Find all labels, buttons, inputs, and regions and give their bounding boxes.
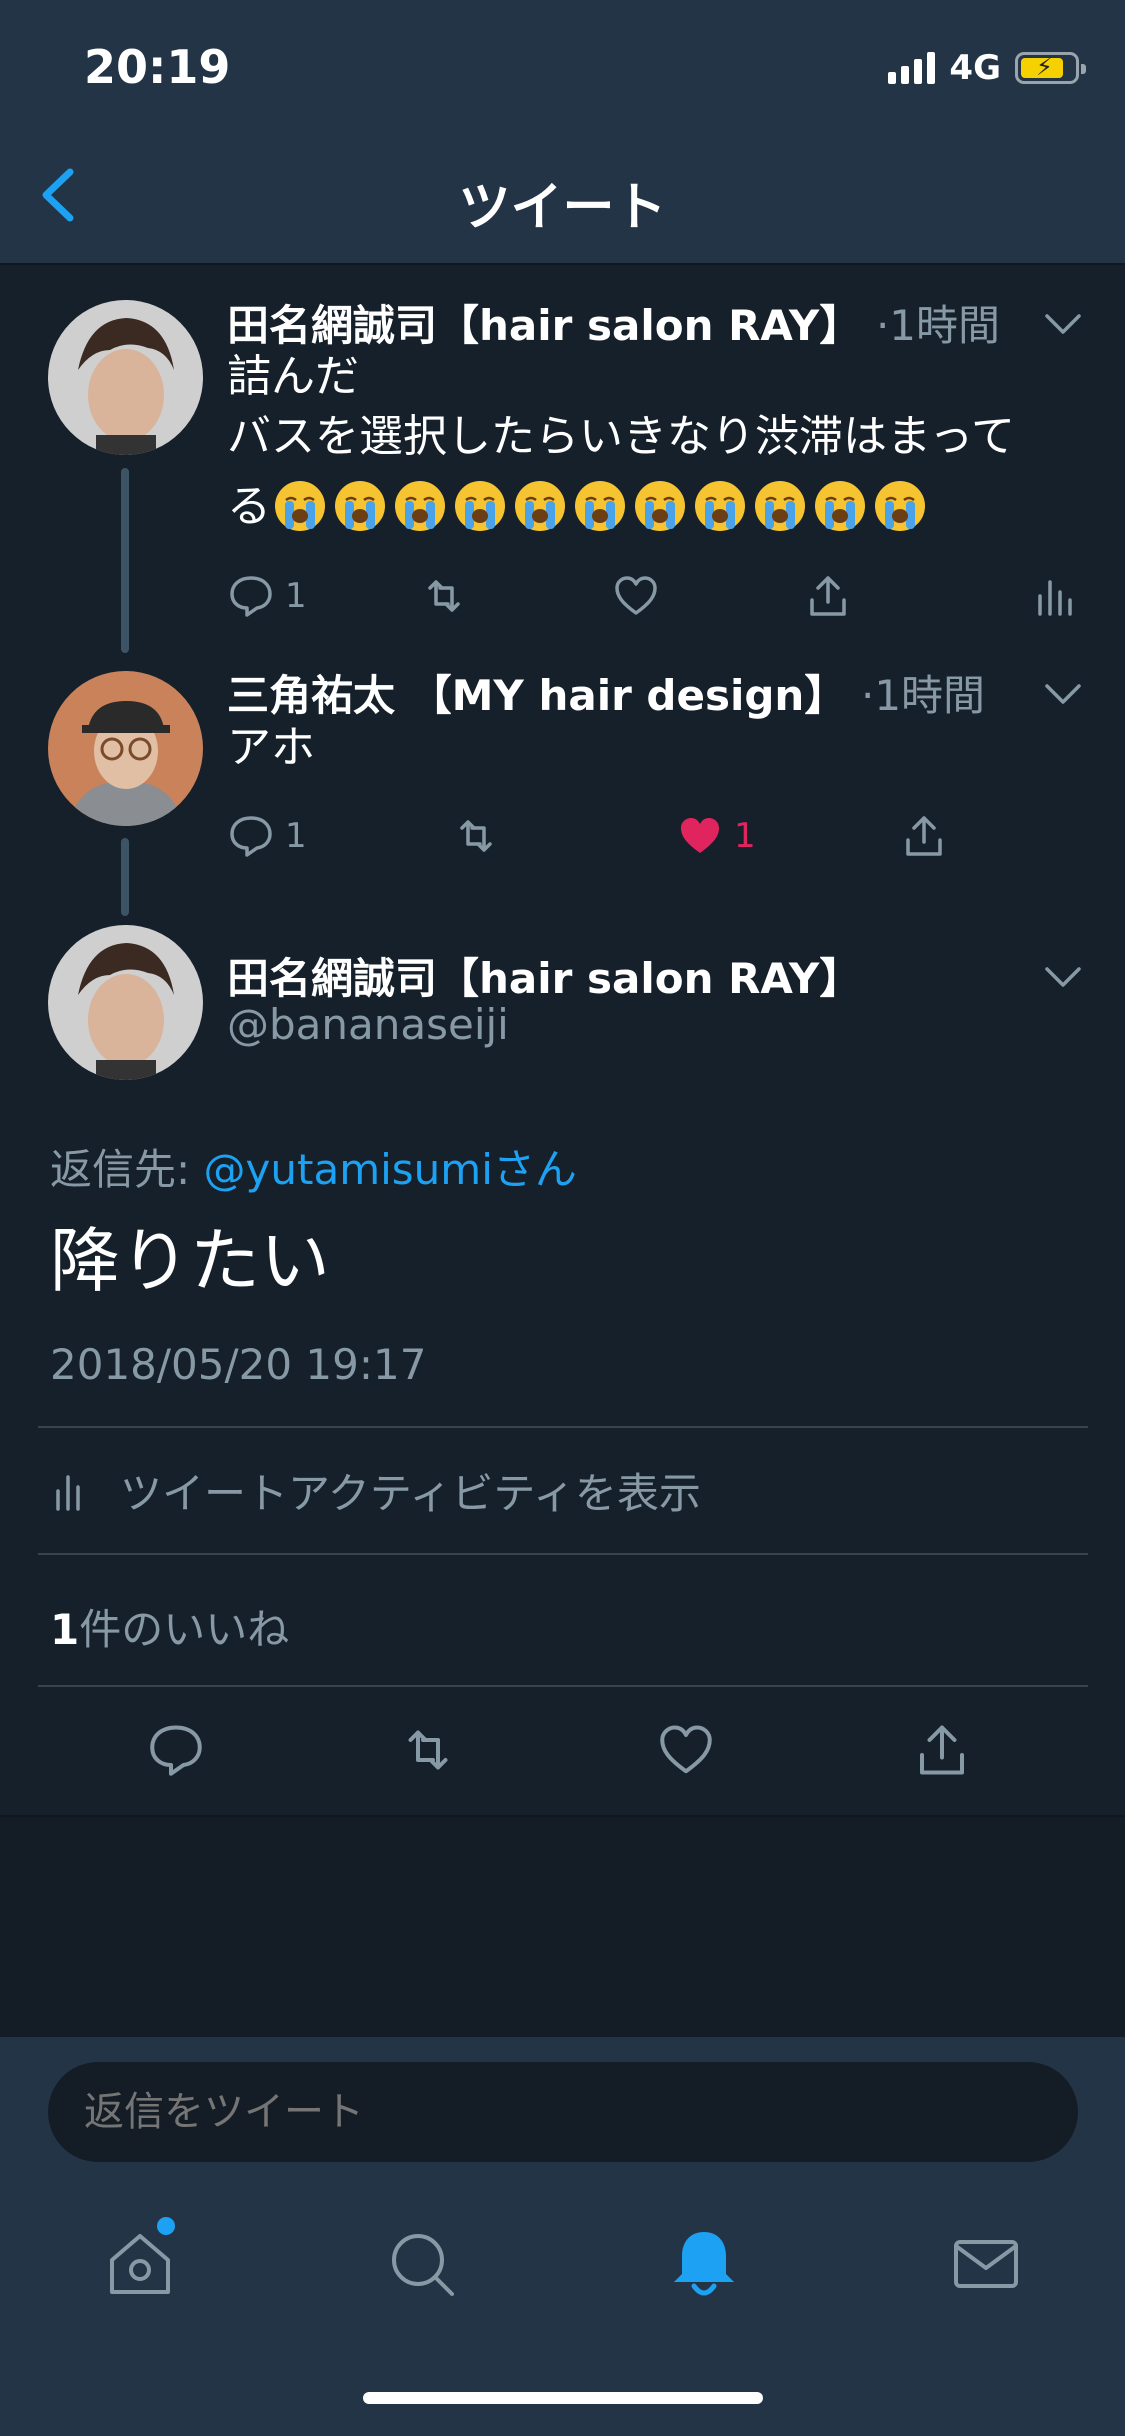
retweet-action[interactable]: [420, 572, 468, 620]
share-action[interactable]: [900, 812, 948, 860]
reply-icon: [230, 576, 272, 617]
tweet-time: ·1時間: [860, 671, 986, 720]
tweet-author[interactable]: 三角祐太 【MY hair design】 ·1時間: [227, 662, 985, 723]
network-label: 4G: [949, 48, 1001, 88]
notification-dot: [157, 2217, 175, 2235]
tweet-text-line: アホ: [227, 722, 315, 773]
loudly-crying-face-icon: [335, 481, 385, 531]
main-author-name[interactable]: 田名網誠司【hair salon RAY】: [227, 945, 861, 1006]
search-icon[interactable]: [382, 2224, 462, 2304]
share-icon[interactable]: [912, 1720, 972, 1780]
reply-count: 1: [285, 816, 307, 856]
likes-count: 1: [50, 1605, 80, 1654]
loudly-crying-face-icon: [275, 481, 325, 531]
avatar[interactable]: [48, 925, 203, 1080]
retweet-icon: [460, 820, 492, 852]
like-action[interactable]: 1: [676, 812, 756, 860]
author-name: 田名網誠司【hair salon RAY】: [227, 301, 862, 350]
tweet-activity-link[interactable]: ツイートアクティビティを表示: [50, 1460, 701, 1521]
tweet-body: 詰んだ バスを選択したらいきなり渋滞はまって: [227, 347, 1015, 467]
reply-to-line: 返信先: @yutamisumiさん: [50, 1136, 577, 1197]
heart-filled-icon: [681, 818, 719, 853]
avatar[interactable]: [48, 671, 203, 826]
reply-input[interactable]: [48, 2062, 1078, 2162]
thread-line: [121, 468, 129, 653]
loudly-crying-face-icon: [815, 481, 865, 531]
home-indicator[interactable]: [363, 2392, 763, 2404]
reply-icon: [230, 816, 272, 857]
loudly-crying-face-icon: [755, 481, 805, 531]
retweet-action[interactable]: [452, 812, 500, 860]
page-title: ツイート: [458, 178, 667, 238]
reply-action[interactable]: 1: [227, 812, 307, 860]
divider: [38, 1685, 1088, 1687]
analytics-action[interactable]: [1030, 572, 1078, 620]
tweet-text-line: 詰んだ: [227, 351, 359, 402]
tweet-author[interactable]: 田名網誠司【hair salon RAY】 ·1時間: [227, 292, 1000, 353]
loudly-crying-face-icon: [695, 481, 745, 531]
avatar[interactable]: [48, 300, 203, 455]
tweet-text-line: る: [227, 481, 271, 532]
reply-count: 1: [285, 576, 307, 616]
analytics-icon: [1038, 580, 1072, 616]
likes-label: 件のいいね: [79, 1605, 290, 1654]
share-icon: [906, 816, 942, 856]
tweet-text-line: バスを選択したらいきなり渋滞はまって: [227, 411, 1016, 462]
status-time: 20:19: [84, 40, 231, 94]
author-name: 三角祐太 【MY hair design】: [227, 671, 847, 720]
tweet-time: ·1時間: [875, 301, 1001, 350]
retweet-icon[interactable]: [398, 1720, 458, 1780]
share-icon: [810, 576, 846, 616]
loudly-crying-face-icon: [635, 481, 685, 531]
heart-icon: [615, 576, 657, 615]
reply-action[interactable]: 1: [227, 572, 307, 620]
reply-to-user-link[interactable]: @yutamisumiさん: [204, 1145, 577, 1194]
loudly-crying-face-icon: [395, 481, 445, 531]
main-author-handle[interactable]: @bananaseiji: [227, 1000, 509, 1049]
emoji-row: [272, 478, 928, 534]
tweet-activity-label: ツイートアクティビティを表示: [120, 1469, 701, 1518]
signal-icon: [888, 52, 936, 84]
battery-icon: ⚡: [1015, 52, 1086, 84]
home-icon[interactable]: [100, 2224, 180, 2304]
loudly-crying-face-icon: [455, 481, 505, 531]
share-action[interactable]: [804, 572, 852, 620]
reply-to-label: 返信先:: [50, 1145, 204, 1194]
loudly-crying-face-icon: [575, 481, 625, 531]
chevron-down-icon[interactable]: [1044, 312, 1082, 336]
like-action[interactable]: [612, 572, 660, 620]
messages-icon[interactable]: [946, 2224, 1026, 2304]
thread-line: [121, 838, 129, 916]
retweet-icon: [428, 580, 460, 612]
notifications-icon[interactable]: [664, 2224, 744, 2304]
top-bar: 20:19 4G ⚡ ツイート: [0, 0, 1125, 265]
likes-summary[interactable]: 1件のいいね: [50, 1596, 289, 1657]
analytics-icon: [56, 1474, 80, 1511]
status-indicators: 4G ⚡: [888, 48, 1086, 88]
divider: [38, 1553, 1088, 1555]
like-count: 1: [734, 816, 756, 856]
heart-icon[interactable]: [656, 1720, 716, 1780]
divider: [38, 1426, 1088, 1428]
bottom-bar: [0, 2037, 1125, 2436]
loudly-crying-face-icon: [515, 481, 565, 531]
main-tweet-text: 降りたい: [50, 1220, 330, 1302]
tweet-detail-screen: 20:19 4G ⚡ ツイート 田名網誠司【hair salon RAY】 ·1…: [0, 0, 1125, 2436]
reply-icon[interactable]: [146, 1720, 206, 1780]
chevron-down-icon[interactable]: [1044, 682, 1082, 706]
empty-area: [0, 1817, 1125, 2037]
tweet-timestamp: 2018/05/20 19:17: [50, 1340, 427, 1389]
loudly-crying-face-icon: [875, 481, 925, 531]
chevron-down-icon[interactable]: [1044, 965, 1082, 989]
main-tweet-actions: [0, 1720, 1125, 1820]
